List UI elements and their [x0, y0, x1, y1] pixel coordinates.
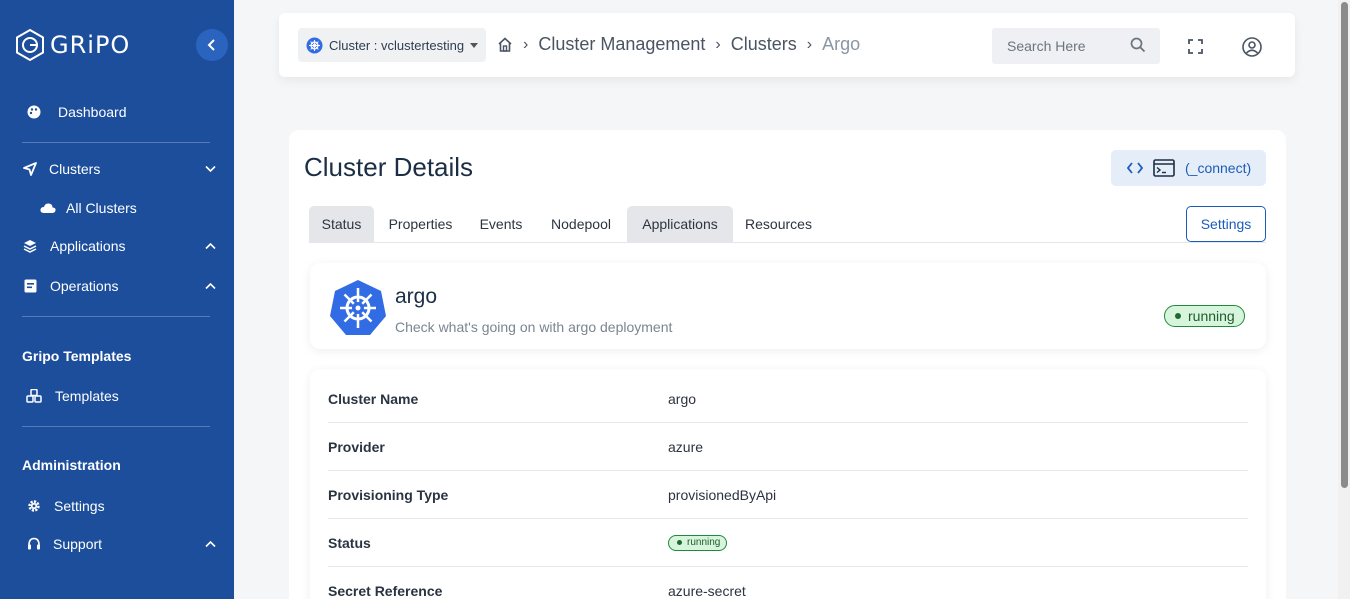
status-badge: running: [668, 534, 728, 551]
detail-row-status: Status running: [328, 519, 1248, 567]
sidebar-item-label: Clusters: [49, 161, 101, 177]
page-title: Cluster Details: [304, 152, 474, 182]
cluster-details-card: Cluster Details (_connect) Status Proper…: [289, 130, 1286, 599]
headset-icon: [26, 536, 42, 552]
detail-key: Provider: [328, 438, 385, 455]
user-profile-icon[interactable]: [1242, 37, 1262, 57]
kubernetes-logo-icon: [330, 280, 386, 335]
sidebar-item-label: Support: [53, 536, 103, 552]
details-table: Cluster Name argo Provider azure Provisi…: [310, 369, 1266, 599]
detail-row-cluster-name: Cluster Name argo: [328, 375, 1248, 423]
page-scrollbar[interactable]: [1338, 0, 1350, 599]
breadcrumb-separator-icon: ›: [806, 35, 813, 53]
breadcrumb: › Cluster Management › Clusters › Argo: [497, 34, 860, 55]
logo: GRiPO: [14, 28, 130, 62]
cubes-icon: [26, 388, 42, 404]
document-icon: [22, 278, 38, 294]
cloud-icon: [40, 200, 56, 216]
app-name: argo: [395, 285, 438, 308]
tab-status[interactable]: Status: [309, 206, 374, 242]
status-badge-label: running: [1188, 308, 1235, 324]
sidebar-item-settings[interactable]: Settings: [0, 495, 234, 517]
settings-button[interactable]: Settings: [1186, 206, 1266, 242]
sidebar-item-dashboard[interactable]: Dashboard: [0, 101, 234, 123]
send-icon: [22, 161, 38, 177]
layers-icon: [22, 238, 38, 254]
cluster-select-label: Cluster : vclustertesting: [329, 37, 465, 53]
caret-down-icon: [470, 42, 479, 48]
detail-key: Secret Reference: [328, 583, 443, 599]
sidebar-item-clusters[interactable]: Clusters: [0, 158, 234, 180]
sidebar-item-label: Settings: [54, 498, 105, 514]
breadcrumb-cluster-management[interactable]: Cluster Management: [538, 34, 705, 55]
search-placeholder: Search Here: [1007, 38, 1086, 54]
search-icon[interactable]: [1130, 37, 1146, 53]
detail-value: azure-secret: [668, 583, 746, 599]
status-badge: running: [1164, 305, 1245, 327]
sidebar-item-label: Dashboard: [58, 104, 127, 120]
tabs: Status Properties Events Nodepool Applic…: [309, 206, 1266, 243]
detail-value: azure: [668, 438, 704, 455]
sidebar-item-support[interactable]: Support: [0, 533, 234, 555]
sidebar: GRiPO Dashboard Clusters All Clusters Ap…: [0, 0, 234, 599]
detail-row-provider: Provider azure: [328, 423, 1248, 471]
app-description: Check what's going on with argo deployme…: [395, 319, 673, 335]
section-title-administration: Administration: [22, 457, 121, 473]
detail-row-secret-reference: Secret Reference azure-secret: [328, 567, 1248, 599]
chevron-down-icon: [205, 165, 216, 173]
status-badge-label: running: [687, 537, 721, 548]
detail-row-provisioning-type: Provisioning Type provisionedByApi: [328, 471, 1248, 519]
palette-icon: [26, 104, 42, 120]
top-bar: Cluster : vclustertesting › Cluster Mana…: [279, 13, 1295, 77]
sidebar-item-label: All Clusters: [66, 200, 137, 216]
sidebar-item-all-clusters[interactable]: All Clusters: [0, 197, 234, 219]
breadcrumb-separator-icon: ›: [523, 35, 529, 53]
home-icon[interactable]: [497, 37, 513, 52]
divider: [22, 316, 210, 317]
status-dot-icon: [1175, 313, 1181, 319]
code-icon: [1127, 162, 1143, 174]
chevron-up-icon: [205, 282, 216, 290]
connect-label: (_connect): [1185, 160, 1252, 176]
breadcrumb-current: Argo: [822, 34, 861, 54]
detail-key: Status: [328, 534, 371, 551]
breadcrumb-separator-icon: ›: [715, 35, 721, 53]
tab-events[interactable]: Events: [468, 206, 534, 242]
divider: [22, 426, 210, 427]
detail-value: provisionedByApi: [668, 486, 777, 503]
terminal-window-icon: [1153, 159, 1175, 177]
detail-key: Provisioning Type: [328, 486, 449, 503]
sidebar-item-label: Applications: [50, 238, 126, 254]
gear-icon: [26, 498, 42, 514]
tab-applications[interactable]: Applications: [627, 206, 733, 242]
sidebar-item-label: Operations: [50, 278, 119, 294]
sidebar-item-label: Templates: [55, 388, 119, 404]
fullscreen-icon[interactable]: [1188, 39, 1203, 54]
chevron-up-icon: [205, 540, 216, 548]
breadcrumb-clusters[interactable]: Clusters: [731, 34, 797, 55]
brand-name: GRiPO: [50, 31, 131, 59]
connect-button[interactable]: (_connect): [1111, 150, 1266, 186]
status-dot-icon: [677, 540, 682, 545]
sidebar-item-applications[interactable]: Applications: [0, 235, 234, 257]
sidebar-collapse-button[interactable]: [196, 29, 228, 61]
tab-resources[interactable]: Resources: [735, 206, 822, 242]
gripo-logo-icon: [16, 28, 44, 62]
scrollbar-thumb[interactable]: [1341, 2, 1348, 488]
section-title-gripo-templates: Gripo Templates: [22, 348, 132, 364]
app-summary-card: argo Check what's going on with argo dep…: [310, 263, 1266, 349]
divider: [22, 142, 210, 143]
chevron-up-icon: [205, 242, 216, 250]
search-input[interactable]: Search Here: [992, 28, 1160, 64]
detail-key: Cluster Name: [328, 390, 419, 407]
sidebar-item-operations[interactable]: Operations: [0, 275, 234, 297]
chevron-left-icon: [207, 39, 215, 51]
tab-properties[interactable]: Properties: [376, 206, 465, 242]
sidebar-item-templates[interactable]: Templates: [0, 385, 234, 407]
kubernetes-icon: [306, 37, 323, 53]
cluster-select[interactable]: Cluster : vclustertesting: [298, 28, 486, 62]
detail-value: argo: [668, 390, 697, 407]
tab-nodepool[interactable]: Nodepool: [537, 206, 625, 242]
